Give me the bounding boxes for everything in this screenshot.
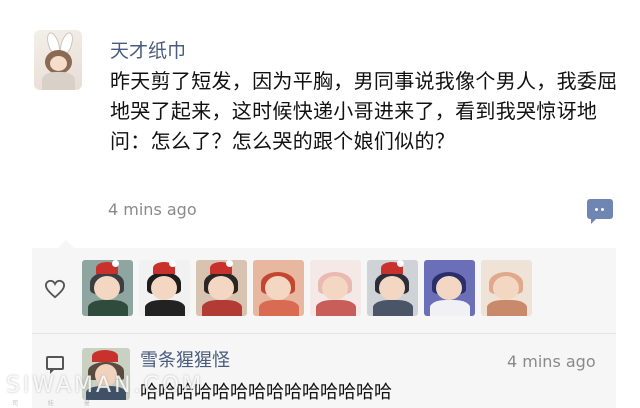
watermark: SIWAMAN.COM (6, 373, 205, 398)
liker-shirt (202, 300, 242, 316)
comment-action-icon[interactable] (587, 199, 613, 224)
hat-pompom (226, 260, 233, 267)
heart-icon (44, 279, 66, 299)
liker-avatar[interactable] (253, 260, 304, 316)
liker-shirt (145, 300, 185, 316)
liker-shirt (88, 300, 128, 316)
liker-avatar[interactable] (481, 260, 532, 316)
hat-pompom (397, 260, 404, 267)
christmas-hat (92, 350, 118, 362)
liker-face (379, 276, 405, 300)
liker-shirt (259, 300, 299, 316)
post-content: 昨天剪了短发，因为平胸，男同事说我像个男人，我委屈地哭了起来，这时候快递小哥进来… (110, 69, 618, 153)
commenter-name[interactable]: 雪条猩猩怪 (140, 346, 230, 372)
liker-face (94, 276, 120, 300)
author-avatar[interactable] (34, 30, 82, 90)
liker-face (265, 276, 291, 300)
post-time: 4 mins ago (108, 200, 197, 219)
moments-post: 天才纸巾 昨天剪了短发，因为平胸，男同事说我像个男人，我委屈地哭了起来，这时候快… (0, 0, 640, 244)
liker-avatar[interactable] (310, 260, 361, 316)
panel-divider (32, 333, 616, 334)
liker-shirt (487, 300, 527, 316)
comment-time: 4 mins ago (507, 352, 596, 371)
liker-avatar[interactable] (139, 260, 190, 316)
liker-shirt (316, 300, 356, 316)
liker-avatar[interactable] (424, 260, 475, 316)
liker-face (151, 276, 177, 300)
likes-list (82, 260, 532, 316)
liker-avatar[interactable] (196, 260, 247, 316)
comment-icon (46, 356, 64, 374)
hat-pompom (169, 260, 176, 267)
liker-face (493, 276, 519, 300)
author-name[interactable]: 天才纸巾 (110, 36, 186, 63)
liker-face (436, 276, 462, 300)
avatar-body (42, 72, 75, 90)
liker-shirt (430, 300, 470, 316)
hat-pompom (112, 260, 119, 267)
liker-avatar[interactable] (367, 260, 418, 316)
liker-shirt (373, 300, 413, 316)
liker-avatar[interactable] (82, 260, 133, 316)
watermark-subtitle: 司 娃 曼 (12, 400, 104, 407)
avatar-face (50, 56, 67, 71)
liker-face (208, 276, 234, 300)
liker-face (322, 276, 348, 300)
